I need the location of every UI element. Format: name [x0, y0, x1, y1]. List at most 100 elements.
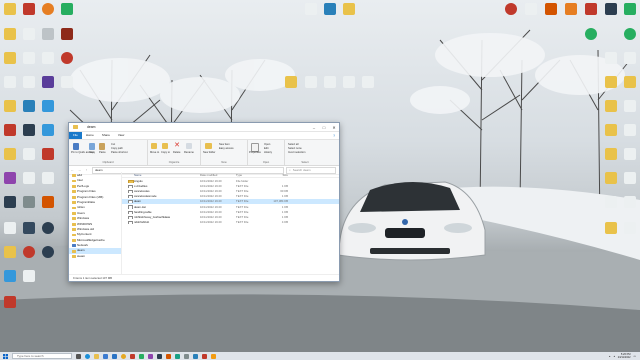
desktop-file-icon[interactable] [305, 3, 317, 15]
desktop-file-icon[interactable] [605, 222, 617, 234]
desktop-app-icon[interactable] [42, 196, 54, 208]
file-list[interactable]: Name Date modified Type Size Angulo 10/11… [122, 172, 339, 275]
clock[interactable]: 5:26 PM 23/11/2022 [618, 353, 631, 359]
move-to-icon[interactable] [151, 143, 157, 149]
desktop-file-icon[interactable] [324, 76, 336, 88]
desktop-app-icon[interactable] [585, 3, 597, 15]
desktop-app-icon[interactable] [565, 3, 577, 15]
tab-file[interactable]: File [69, 132, 82, 139]
desktop-file-icon[interactable] [624, 222, 636, 234]
notification-icon[interactable]: ▭ [634, 355, 636, 358]
column-name[interactable]: Name [122, 173, 200, 177]
chrome-icon[interactable] [121, 353, 126, 359]
desktop-file-icon[interactable] [605, 172, 617, 184]
desktop-file-icon[interactable] [23, 148, 35, 160]
desktop-file-icon[interactable] [305, 76, 317, 88]
new-folder-icon[interactable] [205, 143, 212, 149]
tab-view[interactable]: View [114, 132, 128, 139]
easy-access-button[interactable]: Easy access [219, 147, 234, 150]
new-folder-button[interactable]: New folder [203, 151, 215, 154]
desktop-app-icon[interactable] [23, 222, 35, 234]
desktop-file-icon[interactable] [4, 100, 16, 112]
app-icon[interactable] [202, 353, 207, 359]
help-icon[interactable]: ? [333, 134, 335, 138]
desktop-file-icon[interactable] [4, 246, 16, 258]
desktop-app-icon[interactable] [624, 28, 636, 40]
desktop-file-icon[interactable] [4, 124, 16, 136]
desktop-file-icon[interactable] [42, 52, 54, 64]
desktop-app-icon[interactable] [61, 52, 73, 64]
desktop-file-icon[interactable] [605, 52, 617, 64]
desktop-file-icon[interactable] [23, 28, 35, 40]
app-icon[interactable] [175, 353, 180, 359]
desktop-app-icon[interactable] [624, 3, 636, 15]
desktop-file-icon[interactable] [624, 124, 636, 136]
edit-button[interactable]: Edit [264, 147, 268, 150]
file-explorer-icon[interactable] [94, 353, 99, 359]
rename-button[interactable]: Rename [184, 151, 194, 154]
column-type[interactable]: Type [236, 173, 270, 177]
desktop-app-icon[interactable] [42, 124, 54, 136]
volume-icon[interactable]: ◂ [613, 355, 614, 358]
copy-path-button[interactable]: Copy path [111, 147, 123, 150]
desktop-app-icon[interactable] [4, 196, 16, 208]
close-button[interactable]: ✕ [329, 123, 339, 131]
desktop-file-icon[interactable] [23, 76, 35, 88]
navigation-pane[interactable]: a4d Intel PerfLogs Program Files Program Fil… [69, 172, 122, 275]
desktop-file-icon[interactable] [4, 222, 16, 234]
desktop-file-icon[interactable] [624, 100, 636, 112]
desktop-app-icon[interactable] [4, 172, 16, 184]
desktop-app-icon[interactable] [23, 246, 35, 258]
desktop-app-icon[interactable] [585, 28, 597, 40]
file-row[interactable]: ndsbhsbhob 10/11/2022 19:20 TEXT File 4 KB [122, 220, 339, 225]
tab-share[interactable]: Share [98, 132, 114, 139]
desktop-file-icon[interactable] [605, 148, 617, 160]
invert-selection-button[interactable]: Invert selection [288, 151, 305, 154]
app-icon[interactable] [130, 353, 135, 359]
desktop-app-icon[interactable] [42, 100, 54, 112]
title-bar[interactable]: deam – □ ✕ [69, 123, 339, 132]
desktop-file-icon[interactable] [624, 76, 636, 88]
copy-to-icon[interactable] [162, 143, 168, 149]
desktop-app-icon[interactable] [605, 3, 617, 15]
paste-button[interactable]: Paste [99, 151, 106, 154]
desktop-file-icon[interactable] [23, 172, 35, 184]
nav-item[interactable]: steam [69, 254, 121, 259]
desktop-file-icon[interactable] [343, 76, 355, 88]
desktop-file-icon[interactable] [23, 52, 35, 64]
start-button[interactable] [0, 352, 10, 360]
desktop-app-icon[interactable] [23, 124, 35, 136]
copy-to-button[interactable]: Copy to [161, 151, 170, 154]
history-button[interactable]: History [264, 151, 272, 154]
desktop-app-icon[interactable] [42, 3, 54, 15]
desktop-app-icon[interactable] [324, 3, 336, 15]
select-all-button[interactable]: Select all [288, 143, 299, 146]
app-icon[interactable] [211, 353, 216, 359]
desktop-file-icon[interactable] [624, 172, 636, 184]
desktop-app-icon[interactable] [42, 222, 54, 234]
desktop-file-icon[interactable] [624, 148, 636, 160]
desktop-file-icon[interactable] [23, 270, 35, 282]
network-icon[interactable]: ▴ [609, 355, 610, 358]
properties-button[interactable]: Properties [249, 151, 261, 154]
edge-icon[interactable] [85, 353, 90, 359]
desktop-app-icon[interactable] [61, 28, 73, 40]
delete-button[interactable]: Delete [173, 151, 181, 154]
desktop-file-icon[interactable] [285, 76, 297, 88]
column-date-modified[interactable]: Date modified [200, 173, 236, 177]
desktop-file-icon[interactable] [605, 124, 617, 136]
desktop-file-icon[interactable] [362, 76, 374, 88]
maximize-button[interactable]: □ [319, 123, 329, 131]
taskbar-search[interactable]: Type here to search [12, 353, 72, 359]
tab-home[interactable]: Home [82, 132, 98, 139]
desktop-file-icon[interactable] [42, 28, 54, 40]
app-icon[interactable] [148, 353, 153, 359]
desktop-file-icon[interactable] [42, 172, 54, 184]
pin-icon[interactable] [73, 143, 79, 150]
file-explorer-window[interactable]: deam – □ ✕ File Home Share View ? Pin to… [68, 122, 340, 282]
app-icon[interactable] [166, 353, 171, 359]
desktop-file-icon[interactable] [624, 196, 636, 208]
desktop-file-icon[interactable] [605, 100, 617, 112]
desktop-app-icon[interactable] [4, 296, 16, 308]
copy-icon[interactable] [89, 143, 95, 150]
